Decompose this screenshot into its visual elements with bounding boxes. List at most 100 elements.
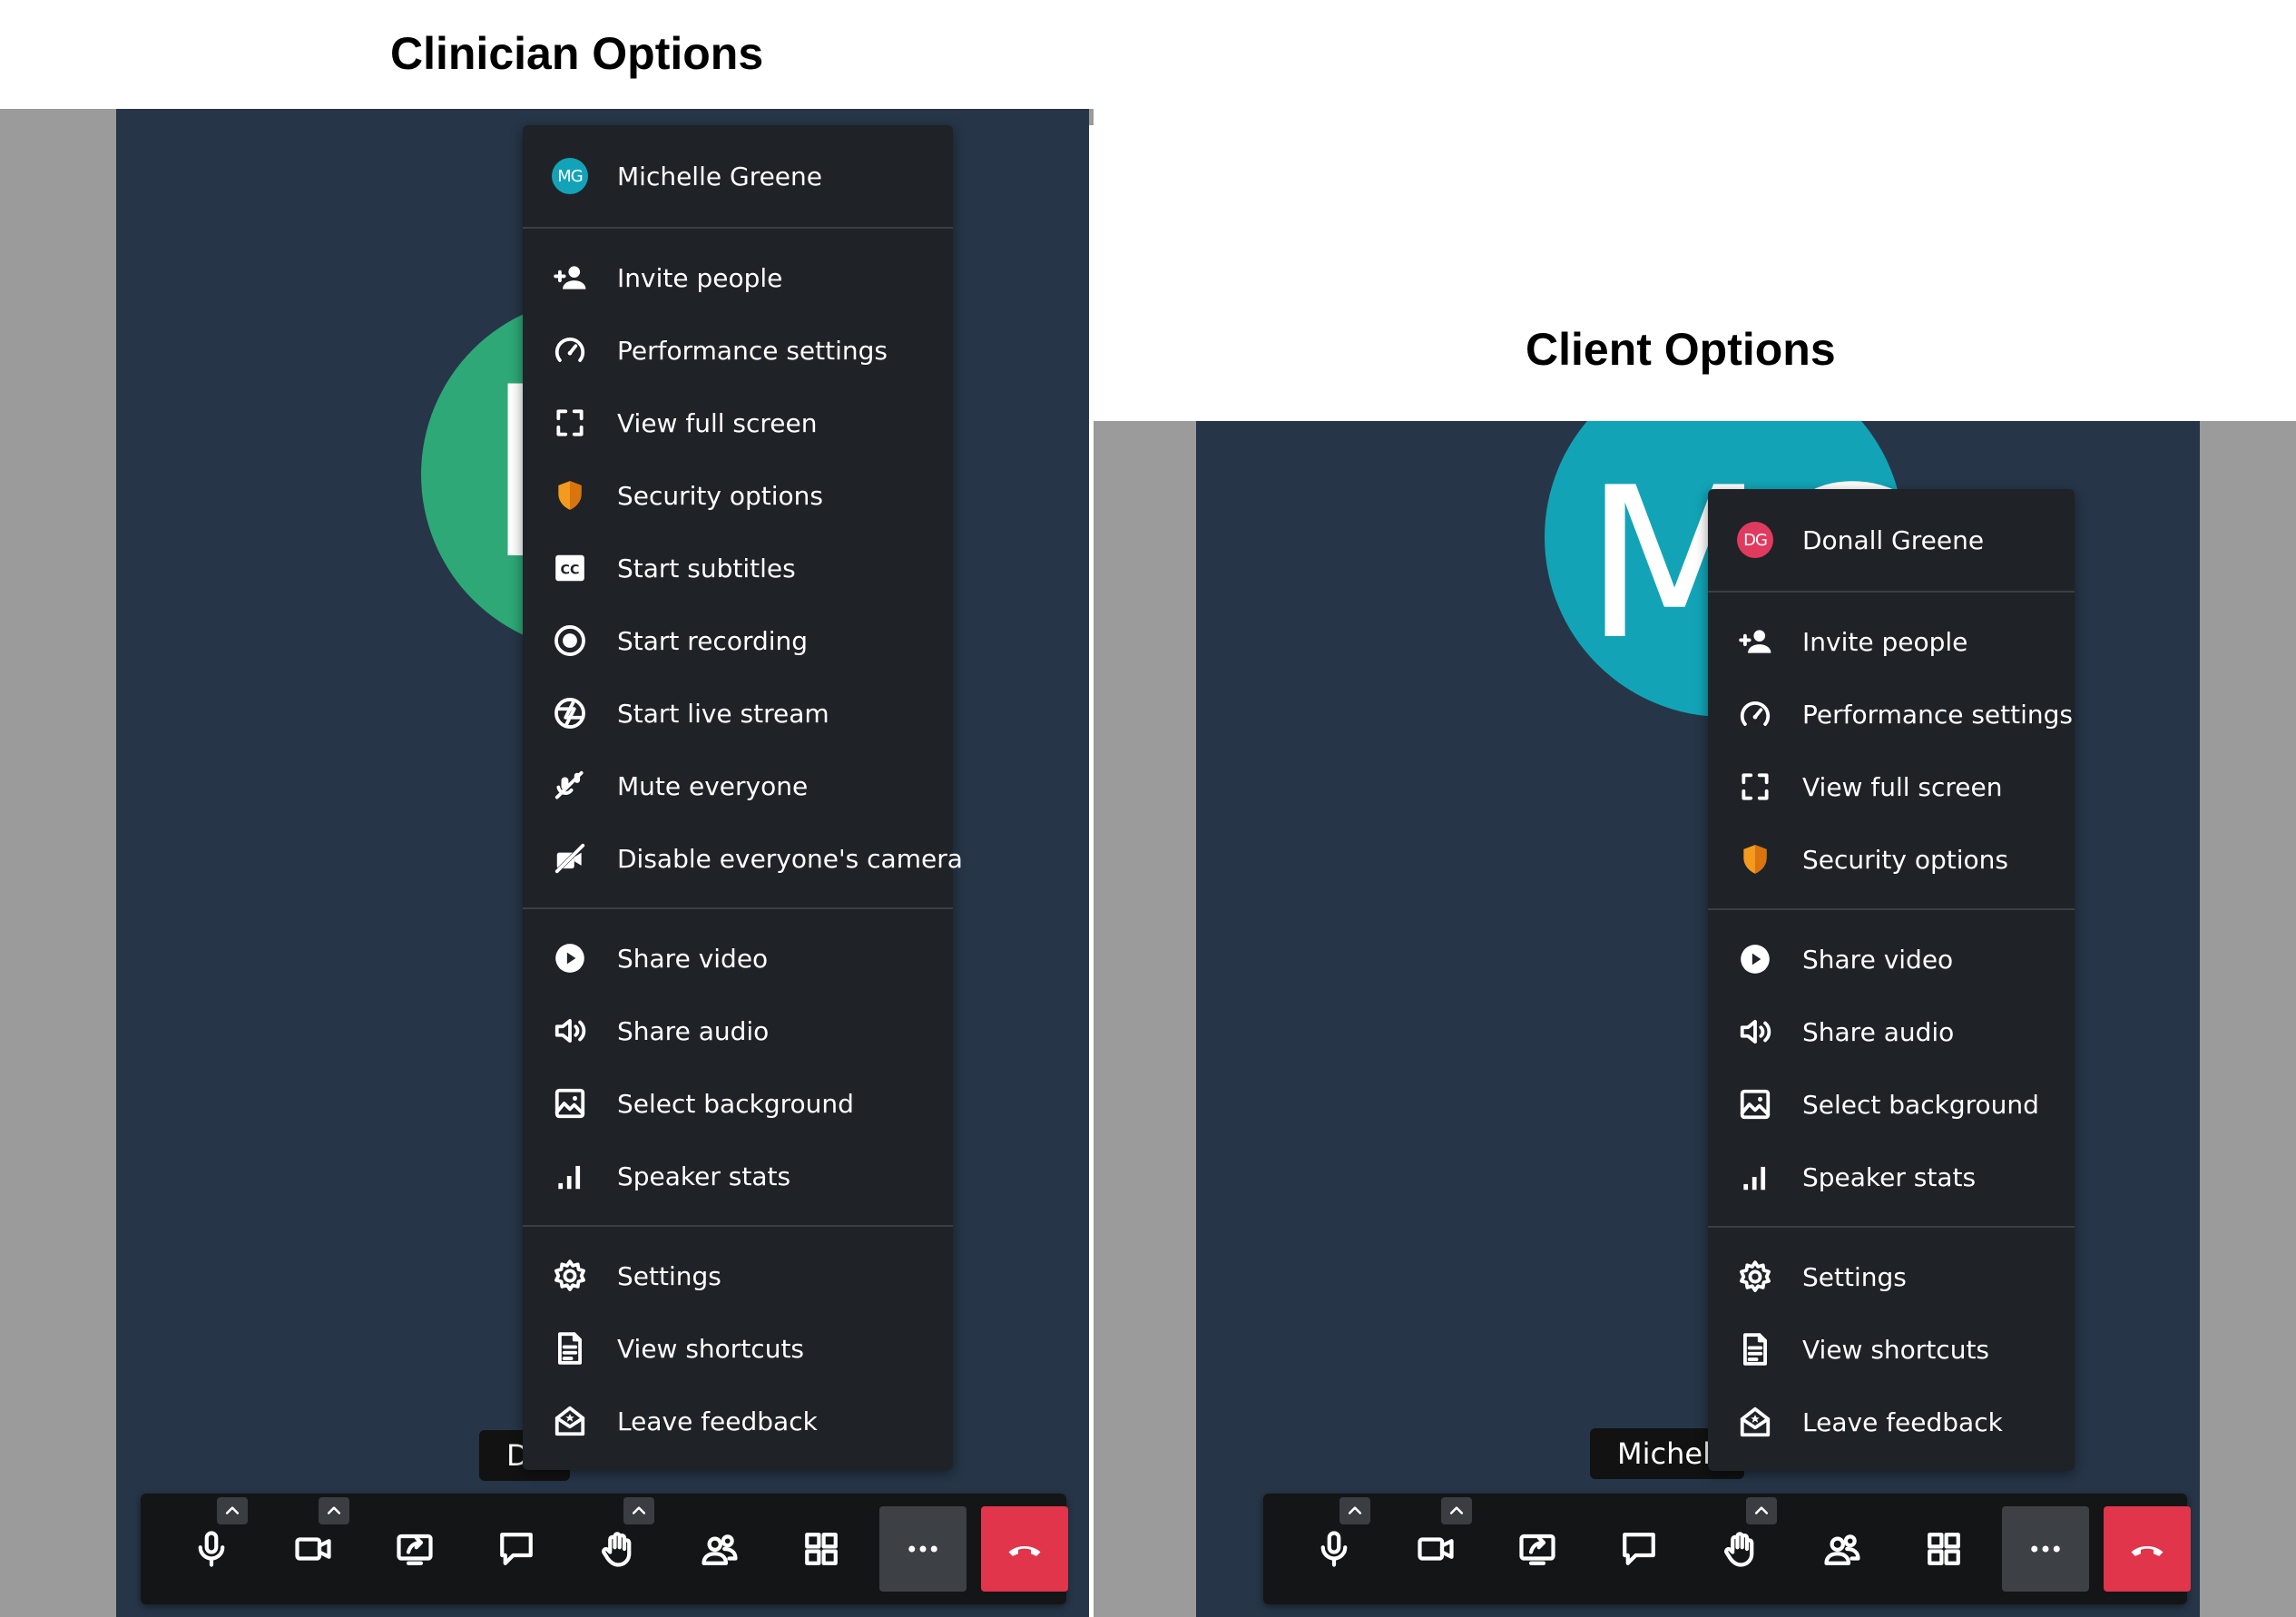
more-icon: [904, 1530, 942, 1568]
menu-item-label: View shortcuts: [617, 1333, 805, 1364]
client-heading: Client Options: [1526, 324, 1836, 375]
hangup-button[interactable]: [981, 1506, 1068, 1592]
client-menu-section-2: Settings View shortcuts Leave feedback: [1708, 1228, 2075, 1471]
menu-item-view-shortcuts[interactable]: View shortcuts: [523, 1312, 953, 1385]
microphone-icon: [1315, 1530, 1353, 1568]
more-button[interactable]: [879, 1506, 966, 1592]
menu-item-share-video[interactable]: Share video: [523, 922, 953, 995]
participants-button[interactable]: [1799, 1506, 1886, 1592]
screen-share-button[interactable]: [1494, 1506, 1581, 1592]
menu-item-view-full-screen[interactable]: View full screen: [1708, 750, 2075, 823]
gear-icon: [552, 1258, 588, 1294]
document-icon: [552, 1330, 588, 1367]
menu-item-select-background[interactable]: Select background: [523, 1067, 953, 1140]
add-user-icon: [1737, 623, 1773, 660]
menu-item-view-full-screen[interactable]: View full screen: [523, 387, 953, 459]
menu-item-label: Select background: [617, 1088, 854, 1119]
raise-hand-icon: [1722, 1530, 1760, 1568]
menu-item-label: Select background: [1802, 1089, 2039, 1120]
microphone-options-caret[interactable]: [217, 1497, 248, 1524]
camera-icon: [1417, 1530, 1455, 1568]
menu-item-settings[interactable]: Settings: [523, 1240, 953, 1312]
menu-item-security-options[interactable]: Security options: [1708, 823, 2075, 896]
client-menu-section-0: Invite people Performance settings View …: [1708, 593, 2075, 910]
chat-button[interactable]: [1595, 1506, 1683, 1592]
menu-item-security-options[interactable]: Security options: [523, 459, 953, 532]
menu-item-share-audio[interactable]: Share audio: [1708, 995, 2075, 1068]
tile-view-button[interactable]: [778, 1506, 865, 1592]
gear-icon: [1737, 1259, 1773, 1295]
record-icon: [552, 622, 588, 659]
feedback-icon: [552, 1403, 588, 1439]
fullscreen-icon: [552, 405, 588, 441]
raise-hand-options-caret[interactable]: [1746, 1497, 1777, 1524]
menu-item-label: View full screen: [1802, 771, 2003, 802]
hangup-icon: [1006, 1530, 1044, 1568]
clinician-more-options-menu: MG Michelle Greene Invite people Perform…: [523, 125, 963, 1470]
feedback-icon: [1737, 1404, 1773, 1440]
menu-item-label: Share audio: [617, 1015, 770, 1046]
shield-icon: [552, 477, 588, 514]
menu-item-label: Performance settings: [617, 335, 888, 366]
menu-item-performance-settings[interactable]: Performance settings: [1708, 678, 2075, 750]
play-icon: [552, 940, 588, 976]
menu-item-start-subtitles[interactable]: CC Start subtitles: [523, 532, 953, 604]
menu-item-label: Mute everyone: [617, 770, 809, 801]
menu-item-label: Invite people: [1802, 626, 1968, 657]
clinician-menu-user-header: MG Michelle Greene: [523, 125, 953, 229]
menu-item-share-video[interactable]: Share video: [1708, 923, 2075, 995]
chevron-up-icon: [1346, 1502, 1364, 1520]
play-icon: [1737, 941, 1773, 977]
menu-item-label: Security options: [1802, 844, 2009, 875]
menu-item-invite-people[interactable]: Invite people: [1708, 605, 2075, 678]
menu-item-speaker-stats[interactable]: Speaker stats: [1708, 1141, 2075, 1213]
menu-item-label: Share video: [1802, 944, 1954, 975]
image-icon: [552, 1085, 588, 1122]
client-menu-section-1: Share video Share audio Select backgroun…: [1708, 910, 2075, 1228]
client-menu-user-header: DG Donall Greene: [1708, 489, 2075, 593]
menu-item-performance-settings[interactable]: Performance settings: [523, 314, 953, 387]
camera-options-caret[interactable]: [1441, 1497, 1472, 1524]
microphone-options-caret[interactable]: [1339, 1497, 1370, 1524]
menu-item-label: Disable everyone's camera: [617, 843, 963, 874]
user-mini-avatar-initials: DG: [1743, 530, 1768, 550]
hangup-button[interactable]: [2104, 1506, 2191, 1592]
menu-item-settings[interactable]: Settings: [1708, 1240, 2075, 1313]
speaker-icon: [1737, 1014, 1773, 1050]
menu-item-label: Speaker stats: [617, 1161, 791, 1191]
user-name: Donall Greene: [1802, 524, 1985, 555]
menu-item-speaker-stats[interactable]: Speaker stats: [523, 1140, 953, 1212]
menu-item-leave-feedback[interactable]: Leave feedback: [1708, 1386, 2075, 1458]
menu-item-view-shortcuts[interactable]: View shortcuts: [1708, 1313, 2075, 1386]
menu-item-start-recording[interactable]: Start recording: [523, 604, 953, 677]
raise-hand-icon: [599, 1530, 637, 1568]
more-button[interactable]: [2002, 1506, 2089, 1592]
chat-icon: [497, 1530, 535, 1568]
add-user-icon: [552, 260, 588, 296]
menu-item-share-audio[interactable]: Share audio: [523, 995, 953, 1067]
more-icon: [2026, 1530, 2065, 1568]
menu-item-disable-everyone-s-camera[interactable]: Disable everyone's camera: [523, 822, 963, 895]
fullscreen-icon: [1737, 769, 1773, 805]
camera-options-caret[interactable]: [319, 1497, 349, 1524]
participants-button[interactable]: [676, 1506, 763, 1592]
menu-item-label: Settings: [1802, 1261, 1907, 1292]
chevron-up-icon: [223, 1502, 241, 1520]
menu-item-start-live-stream[interactable]: Start live stream: [523, 677, 953, 750]
raise-hand-options-caret[interactable]: [623, 1497, 654, 1524]
stats-icon: [552, 1158, 588, 1194]
clinician-heading: Clinician Options: [390, 28, 764, 79]
menu-item-label: View full screen: [617, 407, 818, 438]
menu-item-label: Security options: [617, 480, 824, 511]
menu-item-label: Start recording: [617, 625, 809, 656]
screen-share-button[interactable]: [371, 1506, 458, 1592]
menu-item-leave-feedback[interactable]: Leave feedback: [523, 1385, 953, 1457]
menu-item-select-background[interactable]: Select background: [1708, 1068, 2075, 1141]
menu-item-label: Leave feedback: [1802, 1406, 2003, 1437]
menu-item-mute-everyone[interactable]: Mute everyone: [523, 750, 953, 822]
closed-captions-icon: CC: [552, 550, 588, 586]
tile-view-button[interactable]: [1900, 1506, 1987, 1592]
menu-item-invite-people[interactable]: Invite people: [523, 241, 953, 314]
chat-button[interactable]: [473, 1506, 560, 1592]
client-more-options-menu: DG Donall Greene Invite people Performan…: [1708, 489, 2075, 1471]
